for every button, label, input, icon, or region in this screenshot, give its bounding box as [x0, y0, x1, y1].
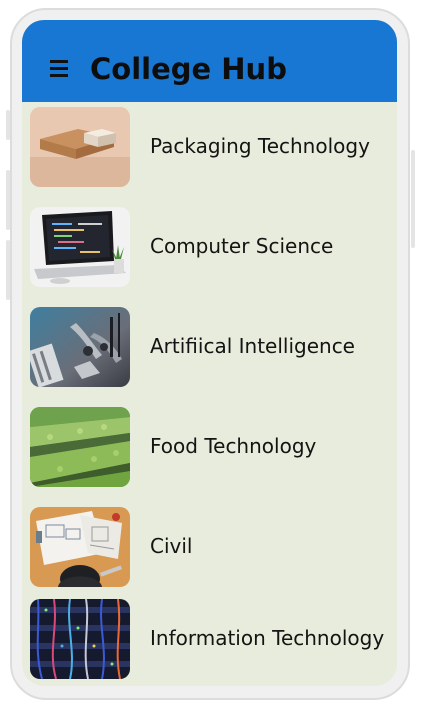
- phone-side-button: [6, 170, 10, 230]
- list-item-label: Computer Science: [150, 234, 334, 258]
- list-item-computer-science[interactable]: Computer Science: [22, 207, 397, 291]
- list-item-label: Packaging Technology: [150, 134, 370, 158]
- robot-hand-photo: [30, 307, 130, 387]
- list-item-food-technology[interactable]: Food Technology: [22, 407, 397, 491]
- blueprint-desk-photo: [30, 507, 130, 587]
- list-item-packaging-technology[interactable]: Packaging Technology: [22, 107, 397, 191]
- phone-side-button: [6, 110, 10, 140]
- phone-side-button: [6, 240, 10, 300]
- app-bar: College Hub: [22, 20, 397, 102]
- list-item-label: Artifiical Intelligence: [150, 334, 355, 358]
- app-screen: College Hub Packaging Technology Compute…: [22, 20, 397, 686]
- list-item-label: Food Technology: [150, 434, 317, 458]
- list-item-label: Civil: [150, 534, 193, 558]
- crop-field-photo: [30, 407, 130, 487]
- hamburger-menu-icon[interactable]: [50, 60, 70, 78]
- list-item-information-technology[interactable]: Information Technology: [22, 599, 397, 683]
- laptop-code-photo: [30, 207, 130, 287]
- list-item-label: Information Technology: [150, 626, 385, 650]
- department-list: Packaging Technology Computer Science Ar…: [22, 102, 397, 686]
- list-item-artificial-intelligence[interactable]: Artifiical Intelligence: [22, 307, 397, 391]
- server-cables-photo: [30, 599, 130, 679]
- phone-side-button: [411, 150, 415, 248]
- cardboard-boxes-photo: [30, 107, 130, 187]
- app-title: College Hub: [90, 52, 287, 86]
- list-item-civil[interactable]: Civil: [22, 507, 397, 591]
